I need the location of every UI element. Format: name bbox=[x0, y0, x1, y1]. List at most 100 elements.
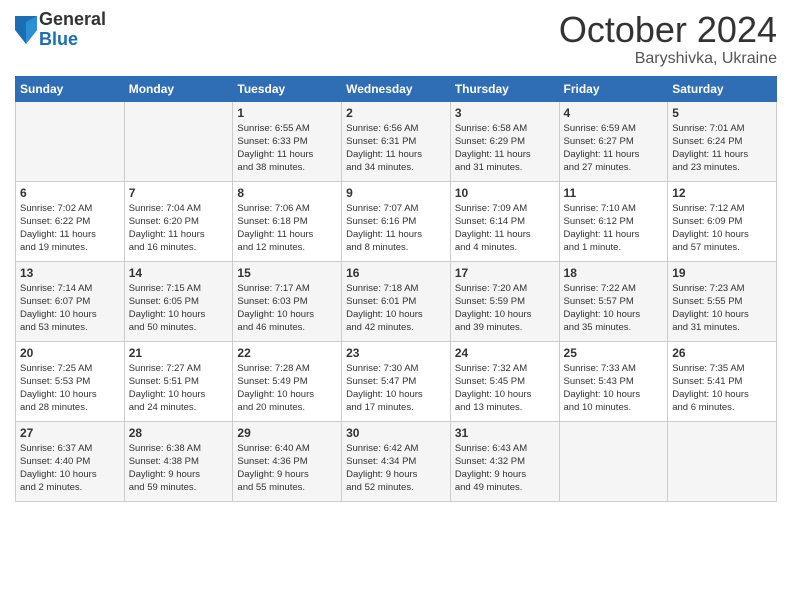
calendar-cell: 11 Sunrise: 7:10 AM Sunset: 6:12 PM Dayli… bbox=[559, 181, 668, 261]
calendar-cell: 19 Sunrise: 7:23 AM Sunset: 5:55 PM Dayli… bbox=[668, 261, 777, 341]
calendar-cell: 14 Sunrise: 7:15 AM Sunset: 6:05 PM Dayli… bbox=[124, 261, 233, 341]
calendar-cell: 17 Sunrise: 7:20 AM Sunset: 5:59 PM Dayli… bbox=[450, 261, 559, 341]
calendar-cell: 25 Sunrise: 7:33 AM Sunset: 5:43 PM Dayli… bbox=[559, 341, 668, 421]
calendar-cell: 6 Sunrise: 7:02 AM Sunset: 6:22 PM Daylig… bbox=[16, 181, 125, 261]
day-number: 7 bbox=[129, 186, 229, 200]
calendar-cell: 15Sunrise: 7:17 AM Sunset: 6:03 PM Dayli… bbox=[233, 261, 342, 341]
day-info: Sunrise: 7:15 AM Sunset: 6:05 PM Dayligh… bbox=[129, 282, 229, 335]
day-info: Sunrise: 7:18 AM Sunset: 6:01 PM Dayligh… bbox=[346, 282, 446, 335]
day-info: Sunrise: 7:01 AM Sunset: 6:24 PM Dayligh… bbox=[672, 122, 772, 175]
day-number: 19 bbox=[672, 266, 772, 280]
logo-blue-text: Blue bbox=[39, 30, 106, 50]
calendar-header: Sunday Monday Tuesday Wednesday Thursday… bbox=[16, 76, 777, 101]
day-number: 8 bbox=[237, 186, 337, 200]
header-row: Sunday Monday Tuesday Wednesday Thursday… bbox=[16, 76, 777, 101]
day-number: 13 bbox=[20, 266, 120, 280]
day-number: 4 bbox=[564, 106, 664, 120]
day-info: Sunrise: 7:14 AM Sunset: 6:07 PM Dayligh… bbox=[20, 282, 120, 335]
day-number: 12 bbox=[672, 186, 772, 200]
day-number: 16 bbox=[346, 266, 446, 280]
calendar-cell bbox=[668, 421, 777, 501]
day-number: 31 bbox=[455, 426, 555, 440]
day-number: 22 bbox=[237, 346, 337, 360]
day-number: 11 bbox=[564, 186, 664, 200]
day-info: Sunrise: 7:02 AM Sunset: 6:22 PM Dayligh… bbox=[20, 202, 120, 255]
day-info: Sunrise: 6:37 AM Sunset: 4:40 PM Dayligh… bbox=[20, 442, 120, 495]
col-friday: Friday bbox=[559, 76, 668, 101]
col-saturday: Saturday bbox=[668, 76, 777, 101]
day-info: Sunrise: 7:25 AM Sunset: 5:53 PM Dayligh… bbox=[20, 362, 120, 415]
col-wednesday: Wednesday bbox=[342, 76, 451, 101]
day-info: Sunrise: 7:30 AM Sunset: 5:47 PM Dayligh… bbox=[346, 362, 446, 415]
day-info: Sunrise: 7:22 AM Sunset: 5:57 PM Dayligh… bbox=[564, 282, 664, 335]
calendar-cell: 5Sunrise: 7:01 AM Sunset: 6:24 PM Daylig… bbox=[668, 101, 777, 181]
day-number: 20 bbox=[20, 346, 120, 360]
day-info: Sunrise: 7:09 AM Sunset: 6:14 PM Dayligh… bbox=[455, 202, 555, 255]
calendar-cell: 31Sunrise: 6:43 AM Sunset: 4:32 PM Dayli… bbox=[450, 421, 559, 501]
day-number: 10 bbox=[455, 186, 555, 200]
calendar-cell bbox=[16, 101, 125, 181]
day-info: Sunrise: 7:20 AM Sunset: 5:59 PM Dayligh… bbox=[455, 282, 555, 335]
calendar-week-4: 20 Sunrise: 7:25 AM Sunset: 5:53 PM Dayli… bbox=[16, 341, 777, 421]
day-info: Sunrise: 6:40 AM Sunset: 4:36 PM Dayligh… bbox=[237, 442, 337, 495]
page-header: General Blue October 2024 Baryshivka, Uk… bbox=[15, 10, 777, 68]
day-number: 21 bbox=[129, 346, 229, 360]
calendar-cell: 23 Sunrise: 7:30 AM Sunset: 5:47 PM Dayli… bbox=[342, 341, 451, 421]
calendar-cell: 10 Sunrise: 7:09 AM Sunset: 6:14 PM Dayli… bbox=[450, 181, 559, 261]
calendar-cell: 29Sunrise: 6:40 AM Sunset: 4:36 PM Dayli… bbox=[233, 421, 342, 501]
logo-icon bbox=[15, 16, 37, 44]
calendar-cell: 18 Sunrise: 7:22 AM Sunset: 5:57 PM Dayli… bbox=[559, 261, 668, 341]
day-number: 24 bbox=[455, 346, 555, 360]
day-info: Sunrise: 7:06 AM Sunset: 6:18 PM Dayligh… bbox=[237, 202, 337, 255]
calendar-cell: 21Sunrise: 7:27 AM Sunset: 5:51 PM Dayli… bbox=[124, 341, 233, 421]
day-info: Sunrise: 7:28 AM Sunset: 5:49 PM Dayligh… bbox=[237, 362, 337, 415]
day-number: 6 bbox=[20, 186, 120, 200]
calendar-cell: 2Sunrise: 6:56 AM Sunset: 6:31 PM Daylig… bbox=[342, 101, 451, 181]
day-number: 9 bbox=[346, 186, 446, 200]
calendar-cell bbox=[559, 421, 668, 501]
calendar-cell: 27 Sunrise: 6:37 AM Sunset: 4:40 PM Dayli… bbox=[16, 421, 125, 501]
day-number: 25 bbox=[564, 346, 664, 360]
calendar-week-2: 6 Sunrise: 7:02 AM Sunset: 6:22 PM Daylig… bbox=[16, 181, 777, 261]
col-tuesday: Tuesday bbox=[233, 76, 342, 101]
calendar-cell: 24 Sunrise: 7:32 AM Sunset: 5:45 PM Dayli… bbox=[450, 341, 559, 421]
calendar-cell: 30Sunrise: 6:42 AM Sunset: 4:34 PM Dayli… bbox=[342, 421, 451, 501]
calendar-cell: 22 Sunrise: 7:28 AM Sunset: 5:49 PM Dayli… bbox=[233, 341, 342, 421]
calendar-cell bbox=[124, 101, 233, 181]
calendar-week-3: 13 Sunrise: 7:14 AM Sunset: 6:07 PM Dayli… bbox=[16, 261, 777, 341]
calendar-cell: 1Sunrise: 6:55 AM Sunset: 6:33 PM Daylig… bbox=[233, 101, 342, 181]
day-info: Sunrise: 6:58 AM Sunset: 6:29 PM Dayligh… bbox=[455, 122, 555, 175]
day-info: Sunrise: 7:32 AM Sunset: 5:45 PM Dayligh… bbox=[455, 362, 555, 415]
day-info: Sunrise: 7:35 AM Sunset: 5:41 PM Dayligh… bbox=[672, 362, 772, 415]
calendar-table: Sunday Monday Tuesday Wednesday Thursday… bbox=[15, 76, 777, 502]
day-number: 30 bbox=[346, 426, 446, 440]
calendar-cell: 9 Sunrise: 7:07 AM Sunset: 6:16 PM Daylig… bbox=[342, 181, 451, 261]
day-number: 18 bbox=[564, 266, 664, 280]
day-number: 14 bbox=[129, 266, 229, 280]
month-title: October 2024 bbox=[559, 10, 777, 50]
calendar-cell: 20 Sunrise: 7:25 AM Sunset: 5:53 PM Dayli… bbox=[16, 341, 125, 421]
logo-text: General Blue bbox=[39, 10, 106, 50]
page-container: General Blue October 2024 Baryshivka, Uk… bbox=[0, 0, 792, 517]
calendar-cell: 16 Sunrise: 7:18 AM Sunset: 6:01 PM Dayli… bbox=[342, 261, 451, 341]
day-number: 27 bbox=[20, 426, 120, 440]
day-number: 17 bbox=[455, 266, 555, 280]
day-info: Sunrise: 7:10 AM Sunset: 6:12 PM Dayligh… bbox=[564, 202, 664, 255]
calendar-cell: 13 Sunrise: 7:14 AM Sunset: 6:07 PM Dayli… bbox=[16, 261, 125, 341]
calendar-cell: 3Sunrise: 6:58 AM Sunset: 6:29 PM Daylig… bbox=[450, 101, 559, 181]
calendar-week-1: 1Sunrise: 6:55 AM Sunset: 6:33 PM Daylig… bbox=[16, 101, 777, 181]
day-info: Sunrise: 7:12 AM Sunset: 6:09 PM Dayligh… bbox=[672, 202, 772, 255]
day-number: 23 bbox=[346, 346, 446, 360]
calendar-cell: 28Sunrise: 6:38 AM Sunset: 4:38 PM Dayli… bbox=[124, 421, 233, 501]
day-info: Sunrise: 7:07 AM Sunset: 6:16 PM Dayligh… bbox=[346, 202, 446, 255]
location: Baryshivka, Ukraine bbox=[559, 50, 777, 68]
day-info: Sunrise: 7:23 AM Sunset: 5:55 PM Dayligh… bbox=[672, 282, 772, 335]
col-monday: Monday bbox=[124, 76, 233, 101]
day-info: Sunrise: 6:56 AM Sunset: 6:31 PM Dayligh… bbox=[346, 122, 446, 175]
day-info: Sunrise: 7:04 AM Sunset: 6:20 PM Dayligh… bbox=[129, 202, 229, 255]
day-info: Sunrise: 7:33 AM Sunset: 5:43 PM Dayligh… bbox=[564, 362, 664, 415]
logo: General Blue bbox=[15, 10, 106, 50]
calendar-cell: 12 Sunrise: 7:12 AM Sunset: 6:09 PM Dayli… bbox=[668, 181, 777, 261]
calendar-cell: 8 Sunrise: 7:06 AM Sunset: 6:18 PM Daylig… bbox=[233, 181, 342, 261]
logo-general-text: General bbox=[39, 10, 106, 30]
